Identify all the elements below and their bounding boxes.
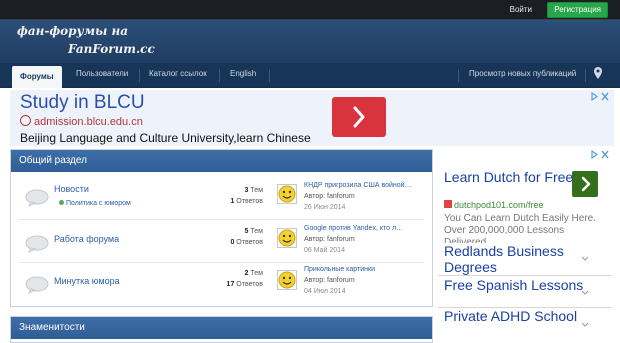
last-post-title[interactable]: КНДР пригрозила США войной… — [304, 182, 412, 189]
speech-bubble-icon — [25, 276, 49, 294]
logo-line-2[interactable]: FanForum.cc — [68, 42, 155, 56]
last-post-author[interactable]: Автор: fanforum — [304, 236, 355, 243]
forum-title[interactable]: Новости — [54, 184, 89, 194]
new-posts-link[interactable]: Просмотр новых публикаций — [469, 69, 576, 78]
last-post-date: 06 Май 2014 — [304, 247, 345, 254]
smiley-icon — [278, 229, 296, 247]
last-post-title[interactable]: Прикольные картинки — [304, 266, 375, 273]
chevron-right-icon — [353, 106, 365, 128]
adchoices-icon[interactable] — [590, 92, 610, 101]
site-header: фан-форумы на FanForum.cc — [0, 20, 620, 63]
last-post-date: 04 Июл 2014 — [304, 288, 346, 295]
top-bar: Войти Регистрация — [0, 0, 620, 20]
chevron-right-icon — [581, 176, 591, 192]
subforum-dot-icon — [59, 200, 64, 205]
chevron-down-icon — [582, 256, 588, 261]
adchoices-icon[interactable] — [590, 150, 610, 159]
forum-title[interactable]: Минутка юмора — [54, 276, 120, 286]
topics-count: 2 Тем — [244, 270, 263, 277]
forum-row: Работа форума 5 Тем 0 Ответов Google про… — [19, 222, 424, 264]
register-button[interactable]: Регистрация — [547, 2, 608, 18]
ad-title[interactable]: Learn Dutch for Free — [444, 169, 573, 185]
section-title[interactable]: Общий раздел — [11, 150, 432, 172]
chevron-down-icon — [582, 290, 588, 295]
ad-link[interactable]: Redlands Business Degrees — [438, 242, 612, 276]
ad-url[interactable]: dutchpod101.com/free — [444, 200, 544, 210]
replies-count: 1 Ответов — [230, 198, 263, 205]
smiley-icon — [278, 185, 296, 203]
login-link[interactable]: Войти — [510, 5, 532, 14]
nav-divider — [585, 69, 586, 82]
ad-banner-top[interactable]: Study in BLCU admission.blcu.edu.cn Beij… — [10, 90, 614, 146]
ad-link[interactable]: Private ADHD School — [438, 308, 612, 343]
ad-open-button[interactable] — [332, 97, 386, 137]
speech-bubble-icon — [25, 235, 49, 253]
nav-tab-english[interactable]: English — [230, 69, 256, 78]
last-post-author[interactable]: Автор: fanforum — [304, 193, 355, 200]
replies-count: 0 Ответов — [230, 239, 263, 246]
last-post-title[interactable]: Google против Yandex, кто л… — [304, 225, 403, 232]
last-post-author[interactable]: Автор: fanforum — [304, 277, 355, 284]
forum-title[interactable]: Работа форума — [54, 234, 119, 244]
ad-sidebar[interactable]: Learn Dutch for Free dutchpod101.com/fre… — [438, 149, 612, 343]
row-divider — [19, 219, 424, 220]
user-avatar[interactable] — [277, 228, 297, 248]
globe-icon — [20, 115, 31, 126]
ad-title[interactable]: Study in BLCU — [20, 92, 145, 114]
forum-row: Минутка юмора 2 Тем 17 Ответов Прикольны… — [19, 264, 424, 306]
smiley-icon — [278, 271, 296, 289]
forum-row: Новости Политика с юмором 3 Тем 1 Ответо… — [19, 176, 424, 218]
ad-open-button[interactable] — [572, 171, 598, 197]
ad-url[interactable]: admission.blcu.edu.cn — [20, 115, 143, 128]
user-avatar[interactable] — [277, 270, 297, 290]
replies-count: 17 Ответов — [226, 281, 263, 288]
nav-divider — [139, 69, 140, 82]
user-avatar[interactable] — [277, 184, 297, 204]
nav-tab-forums[interactable]: Форумы — [12, 66, 62, 88]
map-pin-icon[interactable] — [594, 67, 602, 79]
nav-tab-links-catalog[interactable]: Каталог ссылок — [149, 69, 207, 78]
favicon-icon — [444, 200, 452, 208]
nav-divider — [458, 69, 459, 82]
row-divider — [19, 262, 424, 263]
forum-section-general: Общий раздел Новости Политика с юмором 3… — [10, 149, 433, 307]
topics-count: 5 Тем — [244, 228, 263, 235]
subforum-link[interactable]: Политика с юмором — [59, 200, 131, 207]
nav-divider — [269, 69, 270, 82]
nav-divider — [219, 69, 220, 82]
ad-description: You Can Learn Dutch Easily Here. Over 20… — [444, 213, 596, 243]
ad-description: Beijing Language and Culture University,… — [20, 131, 311, 145]
nav-tab-users[interactable]: Пользователи — [76, 69, 128, 78]
forum-section-celebrities: Знаменитости — [10, 316, 433, 343]
speech-bubble-icon — [25, 189, 49, 207]
section-title[interactable]: Знаменитости — [11, 317, 432, 339]
chevron-down-icon — [582, 322, 588, 327]
logo-line-1[interactable]: фан-форумы на — [17, 24, 128, 38]
ad-link[interactable]: Free Spanish Lessons — [438, 276, 612, 308]
last-post-date: 26 Июн 2014 — [304, 204, 346, 211]
main-nav: Форумы Пользователи Каталог ссылок Engli… — [0, 63, 620, 88]
topics-count: 3 Тем — [244, 187, 263, 194]
